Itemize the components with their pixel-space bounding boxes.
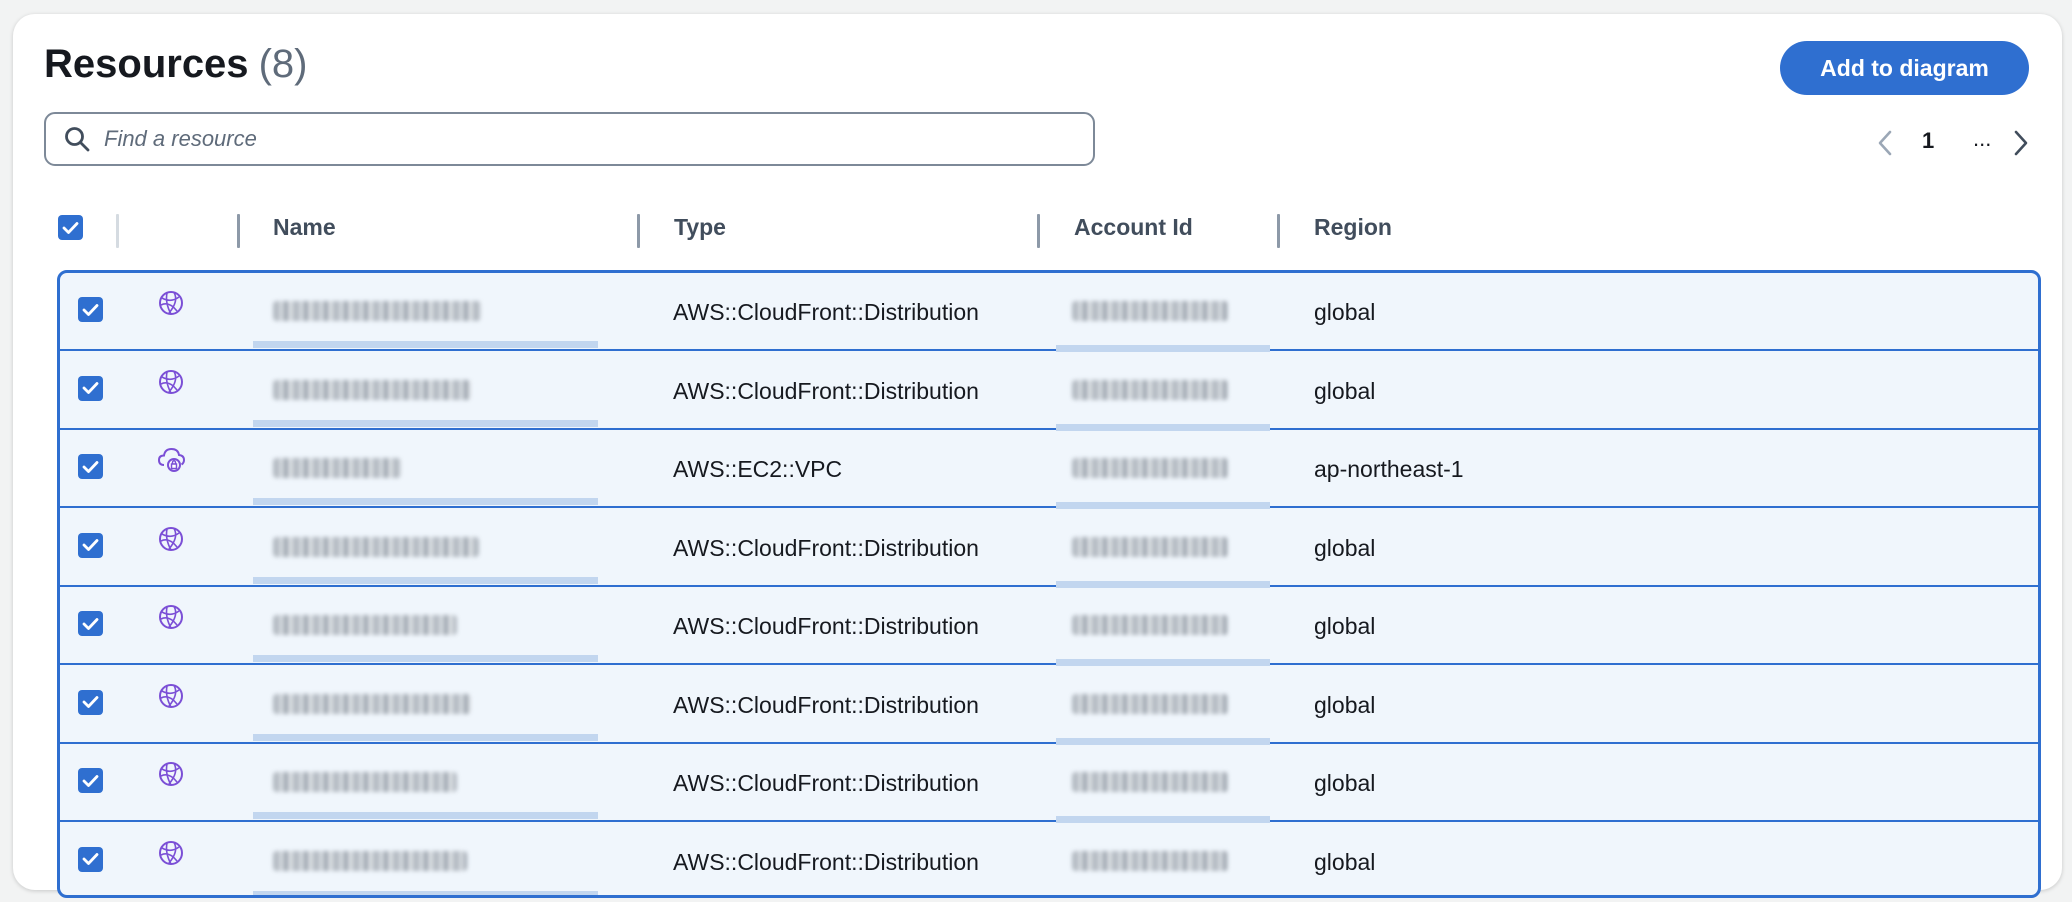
account-cell-underline [1056, 894, 1270, 895]
account-id [1072, 772, 1228, 792]
resource-type: AWS::CloudFront::Distribution [673, 691, 979, 718]
column-header-name[interactable]: Name [273, 202, 336, 252]
search-icon [65, 127, 90, 152]
region: global [1314, 848, 1376, 875]
name-cell-underline [253, 576, 598, 584]
resource-name[interactable] [273, 772, 457, 792]
row-checkbox[interactable] [78, 768, 103, 793]
account-id [1072, 850, 1228, 871]
account-id [1072, 615, 1228, 635]
cloudfront-globe-icon [157, 368, 185, 402]
table-row[interactable]: AWS::CloudFront::Distribution global [60, 587, 2038, 666]
row-checkbox[interactable] [78, 375, 103, 401]
column-header-region[interactable]: Region [1314, 202, 1392, 252]
checkmark-icon [82, 303, 99, 316]
row-checkbox[interactable] [78, 611, 103, 636]
pagination: 1 ... [1863, 122, 2033, 162]
resource-name[interactable] [273, 693, 471, 714]
cloudfront-globe-icon [157, 603, 185, 637]
resource-type: AWS::CloudFront::Distribution [673, 534, 979, 561]
row-checkbox[interactable] [78, 532, 103, 558]
resource-type: AWS::CloudFront::Distribution [673, 377, 979, 404]
name-cell-underline [253, 419, 598, 427]
add-to-diagram-button[interactable]: Add to diagram [1780, 41, 2029, 95]
cloudfront-globe-icon [157, 289, 185, 323]
account-id [1072, 458, 1228, 478]
column-resize-handle[interactable] [1037, 214, 1040, 248]
resource-type: AWS::CloudFront::Distribution [673, 299, 979, 325]
region: global [1314, 377, 1376, 404]
region: global [1314, 691, 1376, 718]
region: global [1314, 613, 1376, 639]
table-row[interactable]: AWS::CloudFront::Distribution global [60, 273, 2038, 352]
search-input[interactable] [104, 126, 1024, 152]
column-header-type[interactable]: Type [674, 202, 726, 252]
checkmark-icon [82, 853, 99, 865]
row-checkbox[interactable] [78, 454, 103, 479]
row-checkbox[interactable] [78, 297, 103, 322]
name-cell-underline [253, 812, 598, 819]
resource-name[interactable] [273, 379, 471, 400]
table-row[interactable]: AWS::CloudFront::Distribution global [60, 509, 2038, 588]
column-divider [116, 214, 119, 248]
column-resize-handle[interactable] [237, 214, 240, 248]
table-row[interactable]: AWS::CloudFront::Distribution global [60, 666, 2038, 745]
cloudfront-globe-icon [157, 760, 185, 794]
checkmark-icon [62, 221, 79, 234]
region: global [1314, 770, 1376, 796]
resource-type: AWS::CloudFront::Distribution [673, 770, 979, 796]
resources-table: AWS::CloudFront::Distribution global AWS::… [57, 270, 2041, 898]
search-box[interactable] [44, 112, 1095, 166]
region: global [1314, 534, 1376, 561]
resource-type: AWS::CloudFront::Distribution [673, 613, 979, 639]
account-id [1072, 379, 1228, 400]
resource-type: AWS::EC2::VPC [673, 456, 843, 482]
column-resize-handle[interactable] [637, 214, 640, 248]
resource-name[interactable] [273, 615, 457, 635]
account-id [1072, 536, 1228, 557]
resource-name[interactable] [273, 850, 467, 871]
chevron-right-icon[interactable] [2013, 130, 2029, 156]
chevron-left-icon[interactable] [1877, 130, 1893, 156]
checkmark-icon [82, 617, 99, 630]
cloudfront-globe-icon [157, 839, 185, 873]
select-all-checkbox[interactable] [58, 215, 83, 240]
vpc-cloud-icon [157, 446, 187, 480]
page-title: Resources (8) [44, 42, 307, 87]
name-cell-underline [253, 498, 598, 505]
table-row[interactable]: AWS::CloudFront::Distribution global [60, 823, 2038, 895]
table-row[interactable]: AWS::CloudFront::Distribution global [60, 744, 2038, 823]
row-checkbox[interactable] [78, 689, 103, 715]
resources-panel: Resources(8) Add to diagram 1 ... Name T… [13, 14, 2062, 898]
checkmark-icon [82, 696, 99, 708]
region: ap-northeast-1 [1314, 456, 1464, 482]
title-text: Resources [44, 42, 249, 86]
cloudfront-globe-icon [157, 682, 185, 716]
resource-name[interactable] [273, 458, 401, 478]
region: global [1314, 299, 1376, 325]
resource-name[interactable] [273, 301, 481, 321]
checkmark-icon [82, 460, 99, 473]
name-cell-underline [253, 733, 598, 741]
column-resize-handle[interactable] [1277, 214, 1280, 248]
page-ellipsis: ... [1973, 126, 1992, 151]
table-row[interactable]: AWS::CloudFront::Distribution global [60, 352, 2038, 431]
resource-count: (8) [258, 42, 308, 86]
checkmark-icon [82, 774, 99, 787]
resource-type: AWS::CloudFront::Distribution [673, 848, 979, 875]
account-id [1072, 693, 1228, 714]
name-cell-underline [253, 341, 598, 348]
account-id [1072, 301, 1228, 321]
name-cell-underline [253, 890, 598, 895]
checkmark-icon [82, 539, 99, 551]
name-cell-underline [253, 655, 598, 662]
table-header: Name Type Account Id Region [44, 202, 2040, 252]
checkmark-icon [82, 382, 99, 394]
column-header-account-id[interactable]: Account Id [1074, 202, 1193, 252]
row-checkbox[interactable] [78, 846, 103, 872]
table-row[interactable]: AWS::EC2::VPC ap-northeast-1 [60, 430, 2038, 509]
resource-name[interactable] [273, 536, 479, 557]
page-number-current[interactable]: 1 [1922, 128, 1934, 154]
cloudfront-globe-icon [157, 525, 185, 559]
